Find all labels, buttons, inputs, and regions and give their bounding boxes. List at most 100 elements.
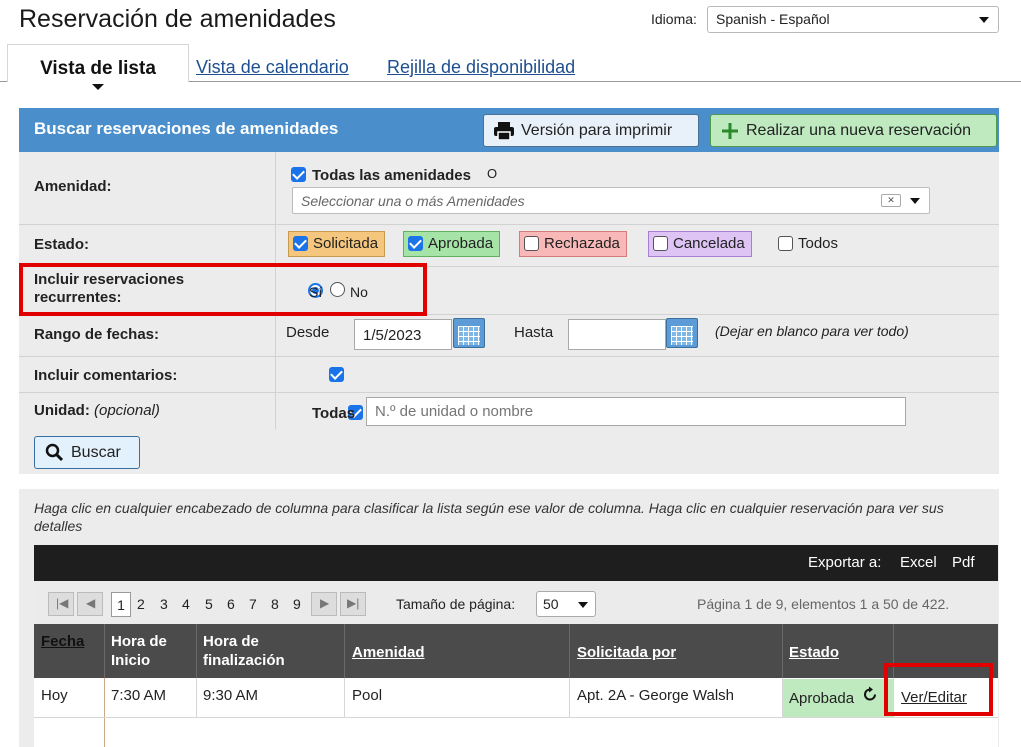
calendar-icon[interactable] — [666, 318, 698, 348]
form-row-divider — [19, 392, 999, 393]
page-5[interactable]: 5 — [205, 596, 213, 612]
language-label: Idioma: — [651, 11, 697, 27]
column-header-start-line2: Inicio — [111, 652, 151, 669]
comments-checkbox[interactable] — [328, 367, 344, 383]
first-page-icon[interactable]: |◀ — [48, 592, 74, 616]
tab-availability-grid[interactable]: Rejilla de disponibilidad — [387, 57, 575, 78]
status-requested-checkbox[interactable] — [293, 236, 308, 251]
last-page-icon[interactable]: ▶| — [340, 592, 366, 616]
column-divider — [344, 624, 345, 678]
next-page-icon[interactable]: ▶ — [311, 592, 337, 616]
row-divider — [782, 678, 783, 717]
results-help-text: Haga clic en cualquier encabezado de col… — [34, 500, 944, 534]
tab-list-view[interactable]: Vista de lista — [7, 44, 189, 82]
unit-label-text: Unidad: — [34, 402, 90, 419]
recurring-icon — [864, 686, 876, 701]
page-8[interactable]: 8 — [271, 596, 279, 612]
unit-search-input[interactable] — [366, 397, 906, 426]
column-header-end-line1: Hora de — [203, 633, 259, 650]
unit-optional-text: (opcional) — [94, 402, 160, 419]
search-panel-title: Buscar reservaciones de amenidades — [34, 119, 339, 138]
date-to-input[interactable] — [568, 319, 666, 350]
export-label: Exportar a: — [808, 554, 882, 571]
clear-icon[interactable]: ✕ — [881, 194, 901, 207]
page-7[interactable]: 7 — [249, 596, 257, 612]
status-approved-checkbox[interactable] — [408, 236, 423, 251]
previous-page-icon[interactable]: ◀ — [77, 592, 103, 616]
status-rejected-option[interactable]: Rechazada — [519, 231, 627, 257]
table-row-line — [34, 717, 998, 718]
amenity-placeholder: Seleccionar una o más Amenidades — [301, 193, 525, 209]
tab-calendar-view[interactable]: Vista de calendario — [196, 57, 349, 78]
pager-info: Página 1 de 9, elementos 1 a 50 de 422. — [697, 596, 950, 612]
page-9[interactable]: 9 — [293, 596, 301, 612]
column-header-date[interactable]: Fecha — [41, 632, 84, 651]
search-button-label: Buscar — [71, 443, 121, 461]
status-cancelled-label: Cancelada — [673, 235, 745, 252]
status-all-option[interactable]: Todos — [773, 231, 845, 257]
date-to-label: Hasta — [514, 324, 554, 341]
printer-icon — [494, 121, 514, 140]
highlight-box — [884, 663, 993, 716]
row-divider — [104, 678, 105, 747]
date-range-hint: (Dejar en blanco para ver todo) — [715, 323, 909, 339]
language-value: Spanish - Español — [716, 11, 830, 27]
column-header-end[interactable]: Hora de finalización — [203, 632, 285, 670]
status-requested-label: Solicitada — [313, 235, 379, 252]
column-header-start[interactable]: Hora de Inicio — [111, 632, 167, 670]
column-header-start-line1: Hora de — [111, 633, 167, 650]
date-from-input[interactable]: 1/5/2023 — [354, 319, 452, 350]
status-label: Estado: — [34, 236, 90, 253]
search-button[interactable]: Buscar — [34, 436, 140, 469]
status-approved-option[interactable]: Aprobada — [403, 231, 501, 257]
cell-status: Aprobada — [789, 690, 855, 707]
chevron-down-icon — [910, 198, 920, 204]
row-divider — [344, 678, 345, 717]
export-excel-link[interactable]: Excel — [900, 554, 937, 571]
status-all-checkbox[interactable] — [778, 236, 793, 251]
date-range-label: Rango de fechas: — [34, 326, 160, 343]
plus-icon — [722, 122, 738, 139]
column-header-amenity[interactable]: Amenidad — [352, 643, 425, 662]
status-rejected-checkbox[interactable] — [524, 236, 539, 251]
page-3[interactable]: 3 — [160, 596, 168, 612]
highlight-box — [19, 263, 427, 316]
column-divider — [569, 624, 570, 678]
all-amenities-checkbox[interactable] — [291, 167, 306, 183]
search-icon — [45, 443, 64, 462]
chevron-down-icon — [578, 602, 588, 608]
column-divider — [782, 624, 783, 678]
page-4[interactable]: 4 — [182, 596, 190, 612]
page-6[interactable]: 6 — [227, 596, 235, 612]
table-header — [34, 624, 998, 678]
page-2[interactable]: 2 — [137, 596, 145, 612]
calendar-icon[interactable] — [453, 318, 485, 348]
status-approved-label: Aprobada — [428, 235, 494, 252]
column-header-status[interactable]: Estado — [789, 643, 839, 662]
column-header-requested-by[interactable]: Solicitada por — [577, 643, 676, 662]
amenity-label: Amenidad: — [34, 178, 112, 195]
unit-label: Unidad: (opcional) — [34, 402, 160, 419]
export-pdf-link[interactable]: Pdf — [952, 554, 975, 571]
amenity-multiselect[interactable]: Seleccionar una o más Amenidades ✕ — [292, 187, 930, 214]
language-select[interactable]: Spanish - Español — [707, 6, 999, 33]
all-amenities-label: Todas las amenidades — [312, 167, 471, 184]
status-cancelled-checkbox[interactable] — [653, 236, 668, 251]
all-units-label: Todas — [312, 405, 356, 422]
status-all-label: Todos — [798, 235, 839, 252]
page-size-label: Tamaño de página: — [396, 596, 516, 612]
cell-end: 9:30 AM — [203, 687, 259, 704]
cell-date: Hoy — [41, 687, 68, 704]
cell-requested-by: Apt. 2A - George Walsh — [577, 687, 735, 704]
cell-start: 7:30 AM — [111, 687, 167, 704]
print-version-button[interactable]: Versión para imprimir — [483, 114, 699, 147]
page-1[interactable]: 1 — [111, 592, 131, 617]
page-size-value: 50 — [543, 596, 559, 612]
page-size-select[interactable]: 50 — [536, 591, 596, 617]
status-cancelled-option[interactable]: Cancelada — [648, 231, 752, 257]
row-divider — [196, 678, 197, 717]
cell-amenity: Pool — [352, 687, 383, 704]
column-divider — [104, 624, 105, 678]
status-requested-option[interactable]: Solicitada — [288, 231, 386, 257]
new-reservation-button[interactable]: Realizar una nueva reservación — [710, 114, 997, 147]
